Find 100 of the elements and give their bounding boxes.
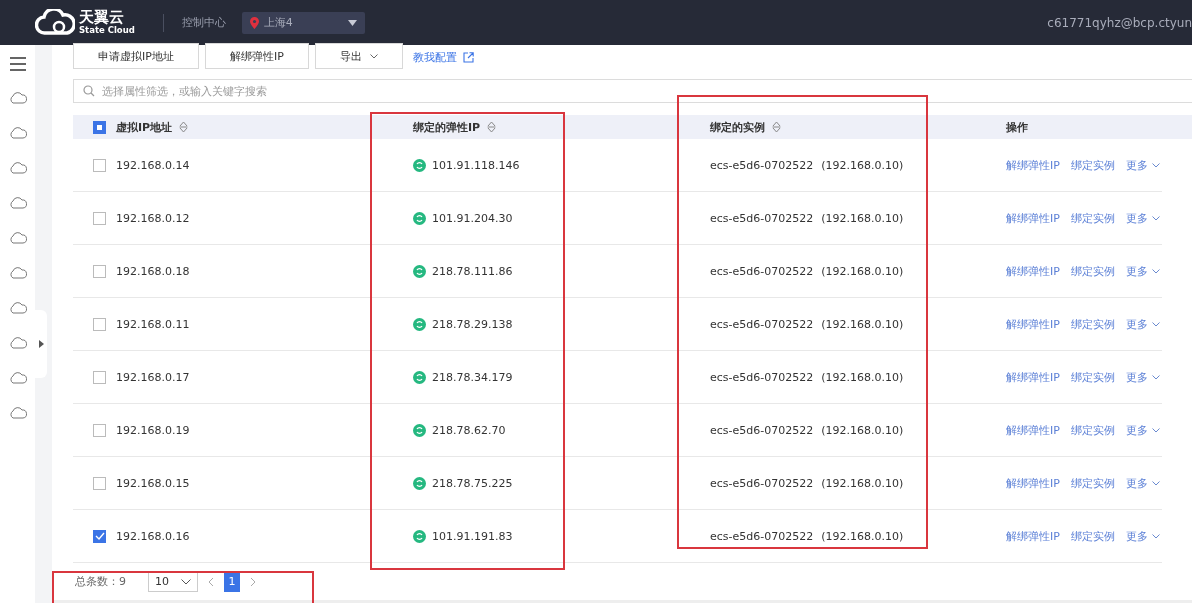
action-link[interactable]: 绑定实例 xyxy=(1070,475,1115,491)
table-cell: 218.78.34.179 xyxy=(432,370,513,384)
instance-name: ecs-e5d6-0702522 xyxy=(710,264,814,278)
instance-name: ecs-e5d6-0702522 xyxy=(710,423,814,437)
table-cell: 101.91.204.30 xyxy=(432,211,513,225)
instance-name: ecs-e5d6-0702522 xyxy=(710,211,814,225)
more-dropdown[interactable]: 更多 xyxy=(1125,316,1160,332)
region-dropdown[interactable]: 上海4 xyxy=(241,11,365,34)
elastic-ip-icon xyxy=(413,476,426,490)
row-checkbox[interactable] xyxy=(93,476,106,490)
action-link[interactable]: 解绑弹性IP xyxy=(1006,210,1060,226)
expand-arrow-icon xyxy=(38,340,44,348)
more-dropdown[interactable]: 更多 xyxy=(1125,528,1160,544)
chevron-down-icon xyxy=(181,578,191,585)
previous-page-icon[interactable] xyxy=(208,576,214,587)
brand-subtitle: State Cloud xyxy=(79,25,135,35)
collapse-tab[interactable] xyxy=(35,310,47,378)
action-link[interactable]: 解绑弹性IP xyxy=(1006,316,1060,332)
action-link[interactable]: 解绑弹性IP xyxy=(1006,422,1060,438)
instance-ip: (192.168.0.10) xyxy=(821,158,904,172)
console-link[interactable]: 控制中心 xyxy=(181,15,226,30)
action-link[interactable]: 解绑弹性IP xyxy=(1006,528,1060,544)
table-cell: 192.168.0.19 xyxy=(116,423,190,437)
elastic-ip-icon xyxy=(413,370,426,384)
search-field[interactable]: 选择属性筛选，或输入关键字搜索 xyxy=(73,79,1192,103)
elastic-ip-icon xyxy=(413,158,426,172)
chevron-down-icon xyxy=(1151,533,1160,539)
elastic-ip-icon xyxy=(413,264,426,278)
instance-ip: (192.168.0.10) xyxy=(821,264,904,278)
action-link[interactable]: 绑定实例 xyxy=(1070,263,1115,279)
row-checkbox[interactable] xyxy=(93,423,106,437)
action-link[interactable]: 绑定实例 xyxy=(1070,210,1115,226)
chevron-down-icon xyxy=(1151,374,1160,380)
cloud-logo-icon xyxy=(35,8,75,37)
location-pin-icon xyxy=(249,16,259,29)
sort-icon[interactable] xyxy=(179,121,189,133)
page-size-select[interactable]: 10 xyxy=(148,571,198,592)
more-dropdown[interactable]: 更多 xyxy=(1125,369,1160,385)
instance-ip: (192.168.0.10) xyxy=(821,211,904,225)
action-link[interactable]: 解绑弹性IP xyxy=(1006,263,1060,279)
region-name: 上海4 xyxy=(263,15,294,30)
instance-ip: (192.168.0.10) xyxy=(821,317,904,331)
search-icon xyxy=(83,85,95,97)
row-checkbox[interactable] xyxy=(93,317,106,331)
instance-name: ecs-e5d6-0702522 xyxy=(710,476,814,490)
sort-icon[interactable] xyxy=(772,121,781,133)
more-dropdown[interactable]: 更多 xyxy=(1125,210,1160,226)
cloud-icon[interactable] xyxy=(8,195,27,211)
instance-name: ecs-e5d6-0702522 xyxy=(710,158,814,172)
table-cell: 101.91.191.83 xyxy=(432,529,513,543)
table-cell: 101.91.118.146 xyxy=(432,158,520,172)
sort-icon[interactable] xyxy=(487,121,497,133)
elastic-ip-icon xyxy=(413,529,426,543)
next-page-icon[interactable] xyxy=(250,576,256,587)
cloud-icon[interactable] xyxy=(8,300,27,316)
help-link[interactable]: 教我配置 xyxy=(412,49,457,65)
table-cell: 192.168.0.15 xyxy=(116,476,190,490)
row-checkbox[interactable] xyxy=(93,264,106,278)
action-link[interactable]: 解绑弹性IP xyxy=(1006,369,1060,385)
action-link[interactable]: 解绑弹性IP xyxy=(1006,475,1060,491)
more-dropdown[interactable]: 更多 xyxy=(1125,263,1160,279)
row-checkbox[interactable] xyxy=(93,211,106,225)
select-all-checkbox[interactable] xyxy=(93,120,106,134)
toolbar-button[interactable]: 解绑弹性IP xyxy=(204,43,309,69)
action-link[interactable]: 绑定实例 xyxy=(1070,528,1115,544)
table-cell: 192.168.0.18 xyxy=(116,264,190,278)
chevron-down-icon xyxy=(1151,215,1160,221)
instance-name: ecs-e5d6-0702522 xyxy=(710,370,814,384)
row-checkbox[interactable] xyxy=(93,529,106,543)
external-link-icon[interactable] xyxy=(462,51,474,63)
row-checkbox[interactable] xyxy=(93,370,106,384)
caret-icon xyxy=(347,19,357,26)
action-link[interactable]: 解绑弹性IP xyxy=(1006,157,1060,173)
toolbar-button[interactable]: 申请虚拟IP地址 xyxy=(73,43,199,69)
table-cell: 218.78.29.138 xyxy=(432,317,513,331)
user-account[interactable]: c61771qyhz@bcp.ctyun xyxy=(1047,15,1192,30)
instance-ip: (192.168.0.10) xyxy=(821,476,904,490)
menu-icon[interactable] xyxy=(9,57,26,71)
more-dropdown[interactable]: 更多 xyxy=(1125,475,1160,491)
instance-name: ecs-e5d6-0702522 xyxy=(710,317,814,331)
table-cell: 192.168.0.17 xyxy=(116,370,190,384)
instance-ip: (192.168.0.10) xyxy=(821,423,904,437)
chevron-down-icon xyxy=(1151,321,1160,327)
action-link[interactable]: 绑定实例 xyxy=(1070,157,1115,173)
row-checkbox[interactable] xyxy=(93,158,106,172)
more-dropdown[interactable]: 更多 xyxy=(1125,157,1160,173)
chevron-down-icon xyxy=(1151,162,1160,168)
export-dropdown[interactable]: 导出 xyxy=(314,43,403,69)
column-header: 绑定的实例 xyxy=(710,119,765,135)
instance-ip: (192.168.0.10) xyxy=(821,529,904,543)
table-cell: 192.168.0.14 xyxy=(116,158,190,172)
chevron-down-icon xyxy=(1151,268,1160,274)
table-cell: 218.78.75.225 xyxy=(432,476,513,490)
table-cell: 218.78.62.70 xyxy=(432,423,506,437)
more-dropdown[interactable]: 更多 xyxy=(1125,422,1160,438)
action-link[interactable]: 绑定实例 xyxy=(1070,369,1115,385)
page-button[interactable]: 1 xyxy=(224,571,240,592)
action-link[interactable]: 绑定实例 xyxy=(1070,316,1115,332)
total-count: 总条数：9 xyxy=(75,574,126,589)
action-link[interactable]: 绑定实例 xyxy=(1070,422,1115,438)
